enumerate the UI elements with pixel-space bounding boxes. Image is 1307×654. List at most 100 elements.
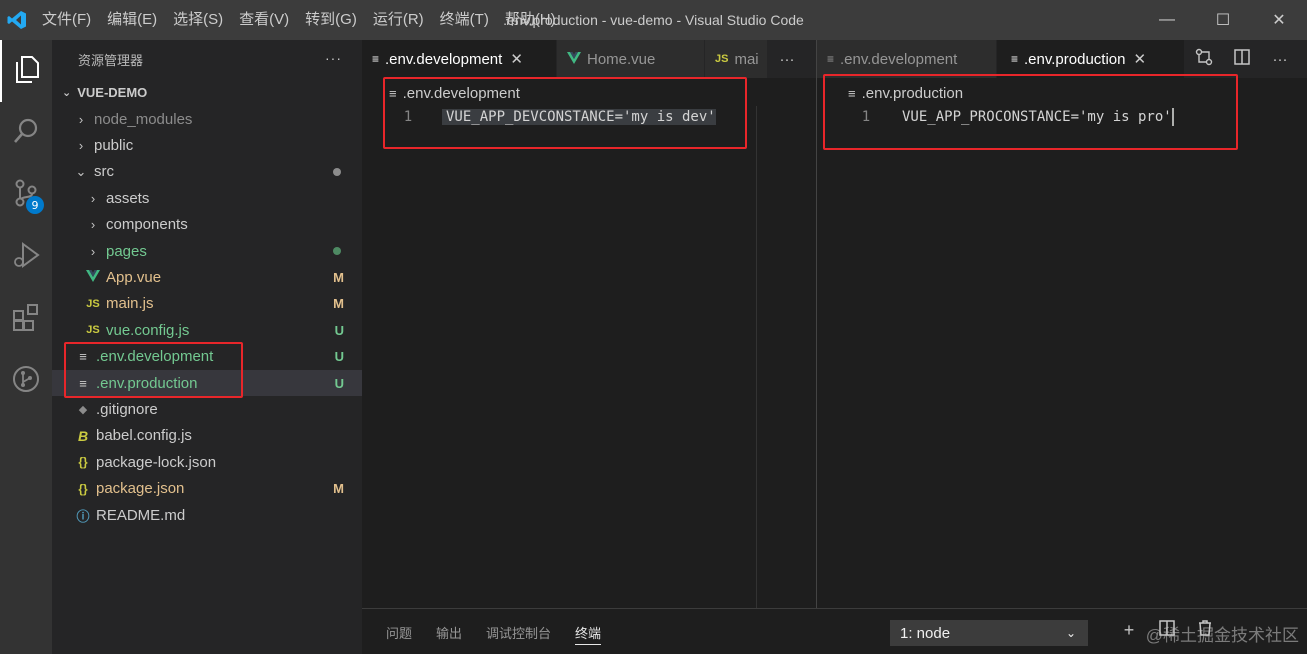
- tree-item-components[interactable]: › components: [52, 212, 362, 238]
- tree-item-pages[interactable]: › pages: [52, 238, 362, 264]
- tree-item-package-json[interactable]: {} package.json M: [52, 475, 362, 501]
- run-debug-button[interactable]: [0, 226, 52, 288]
- editor-group-divider[interactable]: [816, 40, 817, 608]
- tree-item-node-modules[interactable]: › node_modules: [52, 106, 362, 132]
- menu-bar: 文件(F) 编辑(E) 选择(S) 查看(V) 转到(G) 运行(R) 终端(T…: [34, 0, 564, 40]
- tree-item-app-vue[interactable]: App.vue M: [52, 264, 362, 290]
- minimize-button[interactable]: —: [1139, 0, 1195, 40]
- tree-item-package-lock-json[interactable]: {} package-lock.json: [52, 449, 362, 475]
- close-tab-button[interactable]: ✕: [510, 50, 523, 68]
- extensions-button[interactable]: [0, 288, 52, 350]
- close-tab-button[interactable]: ✕: [1133, 50, 1146, 68]
- search-button[interactable]: [0, 102, 52, 164]
- close-window-button[interactable]: ✕: [1251, 0, 1307, 40]
- title-bar: 文件(F) 编辑(E) 选择(S) 查看(V) 转到(G) 运行(R) 终端(T…: [0, 0, 1307, 40]
- more-actions-button[interactable]: ···: [768, 51, 806, 68]
- tree-item-label: .gitignore: [96, 400, 158, 418]
- tab-main-js[interactable]: JS mai: [705, 40, 768, 78]
- maximize-button[interactable]: ☐: [1195, 0, 1251, 40]
- tree-item-label: App.vue: [106, 269, 162, 287]
- tab-home-vue[interactable]: Home.vue: [557, 40, 705, 78]
- watermark-text: @稀土掘金技术社区: [1145, 626, 1299, 645]
- menu-file[interactable]: 文件(F): [34, 0, 99, 40]
- menu-help[interactable]: 帮助(H): [497, 0, 564, 40]
- files-icon: [13, 54, 41, 88]
- project-section-header[interactable]: ⌄ VUE-DEMO: [52, 78, 362, 106]
- vue-file-icon: [84, 270, 102, 285]
- git-status-badge: U: [334, 322, 344, 338]
- json-file-icon: {}: [78, 455, 88, 470]
- modified-dot-icon: [333, 167, 341, 176]
- text-file-icon: ≡: [372, 52, 380, 66]
- project-name: VUE-DEMO: [77, 84, 148, 100]
- open-changes-button[interactable]: [1185, 48, 1223, 70]
- right-editor-tabbar: ≡ .env.development ≡ .env.production ✕: [817, 40, 1185, 78]
- js-file-icon: JS: [86, 297, 100, 310]
- menu-run[interactable]: 运行(R): [365, 0, 432, 40]
- git-status-badge: U: [334, 375, 344, 391]
- tree-item-public[interactable]: › public: [52, 132, 362, 158]
- tree-item-label: package.json: [96, 480, 185, 498]
- highlight-box-right-editor: [823, 74, 1238, 150]
- explorer-title: 资源管理器: [78, 52, 144, 68]
- tree-item-label: README.md: [96, 506, 186, 524]
- panel-tab-terminal[interactable]: 终端: [575, 609, 602, 654]
- text-file-icon: ≡: [1011, 52, 1019, 66]
- tab-env-production[interactable]: ≡ .env.production ✕: [997, 40, 1185, 78]
- scm-count-badge: 9: [26, 196, 44, 214]
- chevron-down-icon: ⌄: [1065, 626, 1076, 640]
- vue-file-icon: [567, 51, 581, 67]
- tree-item-label: assets: [106, 189, 150, 207]
- untracked-dot-icon: [333, 247, 341, 256]
- tab-label: .env.development: [385, 50, 503, 68]
- left-editor-tabbar: ≡ .env.development ✕ Home.vue JS mai: [362, 40, 768, 78]
- menu-selection[interactable]: 选择(S): [165, 0, 231, 40]
- chevron-right-icon: ›: [78, 138, 84, 154]
- new-terminal-button[interactable]: +: [1110, 620, 1148, 641]
- tree-item-main-js[interactable]: JS main.js M: [52, 291, 362, 317]
- panel-tab-debug-console[interactable]: 调试控制台: [486, 609, 551, 654]
- info-icon: ⓘ: [76, 508, 90, 524]
- git-status-badge: M: [333, 296, 344, 312]
- explorer-button[interactable]: [0, 40, 52, 102]
- git-file-icon: ◆: [78, 403, 88, 416]
- left-minimap[interactable]: [756, 106, 816, 608]
- search-icon: [12, 117, 40, 149]
- panel-tab-output[interactable]: 输出: [436, 609, 462, 654]
- git-status-badge: U: [334, 349, 344, 365]
- compare-changes-icon: [1195, 48, 1213, 66]
- tree-item-babel-config-js[interactable]: B babel.config.js: [52, 423, 362, 449]
- tree-item-assets[interactable]: › assets: [52, 185, 362, 211]
- tree-item-vue-config-js[interactable]: JS vue.config.js U: [52, 317, 362, 343]
- git-graph-button[interactable]: [0, 350, 52, 412]
- tab-env-development[interactable]: ≡ .env.development ✕: [362, 40, 557, 78]
- tab-label: Home.vue: [587, 50, 656, 68]
- run-debug-icon: [11, 240, 41, 274]
- menu-go[interactable]: 转到(G): [297, 0, 365, 40]
- terminal-select[interactable]: 1: node ⌄: [890, 620, 1088, 646]
- js-file-icon: JS: [715, 53, 729, 65]
- source-control-button[interactable]: 9: [0, 164, 52, 226]
- terminal-select-value: 1: node: [900, 624, 951, 642]
- menu-terminal[interactable]: 终端(T): [432, 0, 497, 40]
- more-actions-button[interactable]: ···: [1261, 51, 1299, 68]
- tree-item-readme-md[interactable]: ⓘ README.md: [52, 502, 362, 528]
- chevron-down-icon: ⌄: [62, 86, 72, 99]
- menu-view[interactable]: 查看(V): [231, 0, 297, 40]
- right-editor-actions: ···: [1185, 40, 1307, 78]
- split-editor-button[interactable]: [1223, 48, 1261, 70]
- tab-label: .env.production: [1024, 50, 1126, 68]
- tree-item-gitignore[interactable]: ◆ .gitignore: [52, 396, 362, 422]
- chevron-right-icon: ›: [78, 111, 84, 127]
- bottom-panel: 问题 输出 调试控制台 终端 1: node ⌄ + @稀土掘金技术社区: [362, 608, 1307, 654]
- menu-edit[interactable]: 编辑(E): [99, 0, 165, 40]
- tab-env-development-right[interactable]: ≡ .env.development: [817, 40, 997, 78]
- panel-tab-problems[interactable]: 问题: [386, 609, 412, 654]
- tab-label: mai: [734, 50, 759, 68]
- explorer-more-button[interactable]: ···: [325, 50, 342, 66]
- tab-label: .env.development: [840, 50, 958, 68]
- left-editor-actions: ···: [768, 40, 816, 78]
- extensions-icon: [11, 302, 41, 336]
- js-file-icon: JS: [86, 324, 100, 337]
- tree-item-src[interactable]: ⌄ src: [52, 159, 362, 185]
